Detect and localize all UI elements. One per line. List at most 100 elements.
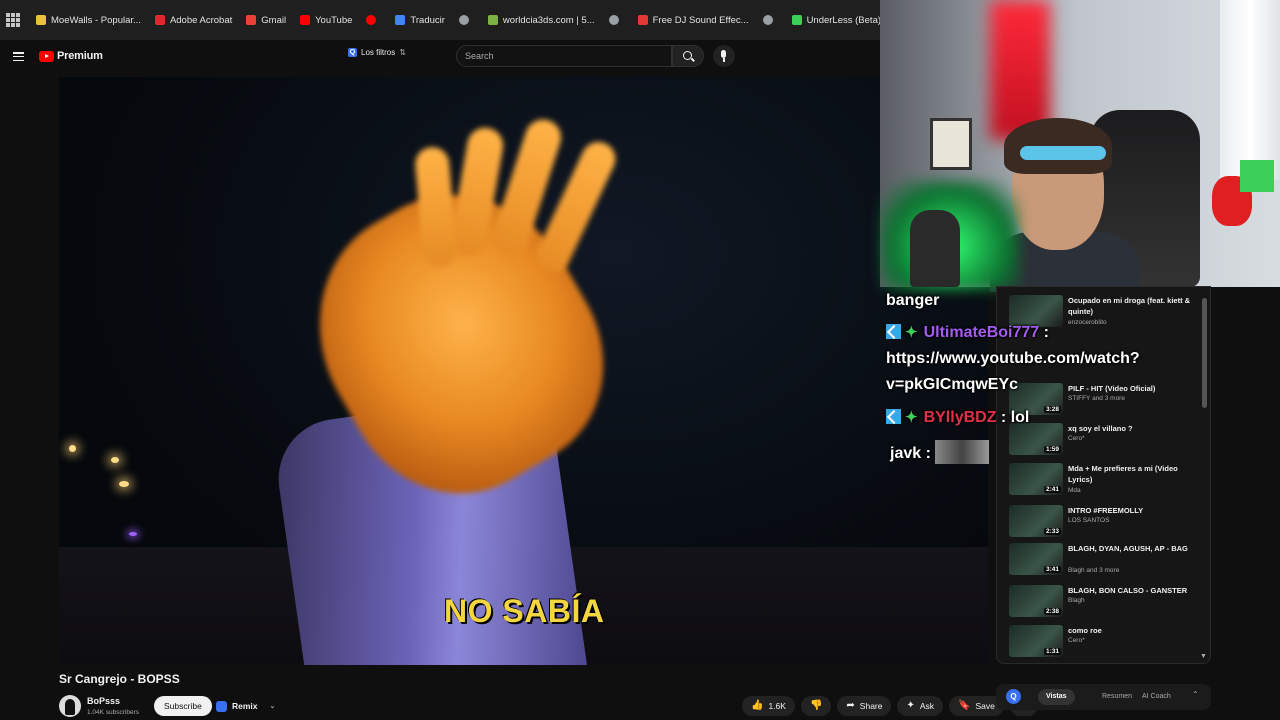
playlist-thumbnail: 1:59: [1009, 423, 1063, 455]
channel-avatar[interactable]: [59, 695, 81, 717]
chat-text: lol: [1010, 409, 1030, 426]
apps-grid-icon[interactable]: [6, 13, 20, 27]
bookmark-label: UnderLess (Beta): [806, 14, 880, 26]
filters-label: Los filtros: [361, 48, 396, 57]
channel-name[interactable]: BoPsss: [87, 696, 120, 706]
playlist-panel: Ocupado en mi droga (feat. kiett & quint…: [996, 286, 1211, 664]
bookmark-item[interactable]: Gmail: [246, 15, 286, 26]
playlist-item-artist: enzoceroblito: [1068, 319, 1107, 326]
video-duration: 3:28: [1043, 406, 1061, 413]
chat-message: banger: [886, 292, 939, 310]
remix-button[interactable]: Remix ⌄: [212, 696, 283, 716]
playlist-item[interactable]: 1:59 xq soy el villano ? Cero*: [1009, 423, 1209, 459]
playlist-item-title: xq soy el villano ?: [1068, 424, 1133, 433]
bookmark-label: worldcia3ds.com | 5...: [502, 14, 595, 26]
video-actions: 👍1.6K 👎 ➦Share ✦Ask 🔖Save ⋯: [742, 696, 1038, 716]
like-button[interactable]: 👍 1.6K: [742, 696, 795, 716]
video-title: Sr Cangrejo - BOPSS: [59, 672, 180, 686]
playlist-thumbnail: 2:41: [1009, 463, 1063, 495]
bookmark-item[interactable]: UnderLess (Beta): [791, 14, 880, 26]
playlist-item-title: BLAGH, BON CALSO - GANSTER: [1068, 586, 1188, 595]
bookmark-favicon-icon: [36, 15, 46, 25]
bookmark-favicon-icon: [366, 15, 377, 25]
bookmark-favicon-icon: [300, 15, 311, 25]
filters-button[interactable]: Q Los filtros ⇅: [348, 48, 406, 57]
playlist-item-title: INTRO #FREEMOLLY: [1068, 506, 1144, 515]
chat-emote: [934, 440, 989, 464]
bookmark-label: Free DJ Sound Effec...: [652, 14, 749, 26]
video-duration: 1:31: [1043, 648, 1061, 655]
search-button[interactable]: [672, 45, 704, 67]
search-input[interactable]: Search: [456, 45, 672, 67]
menu-icon[interactable]: [13, 52, 24, 61]
filter-sliders-icon: ⇅: [399, 48, 406, 57]
streetlight: [119, 481, 129, 487]
chat-username: BYllyBDZ: [923, 409, 997, 426]
webcam-creeper-box: [1240, 160, 1274, 192]
webcam-microphone: [910, 210, 960, 287]
share-icon: ➦: [846, 700, 855, 711]
bookmark-label: Adobe Acrobat: [169, 14, 233, 26]
chevron-up-icon[interactable]: ⌃: [1192, 690, 1199, 699]
scroll-down-icon[interactable]: ▼: [1200, 653, 1207, 660]
playlist-item[interactable]: 1:31 como roe Cero*: [1009, 625, 1209, 661]
youtube-premium-logo[interactable]: Premium: [39, 50, 103, 62]
bookmark-item[interactable]: Free DJ Sound Effec...: [637, 14, 749, 26]
share-button[interactable]: ➦ Share: [837, 696, 892, 716]
bookmark-icon: 🔖: [958, 700, 971, 711]
bookmark-item[interactable]: YouTube: [300, 15, 352, 26]
chat-username: javk: [890, 445, 922, 462]
playlist-item[interactable]: 3:41 BLAGH, DYAN, AGUSH, AP - BAG Blagh an…: [1009, 543, 1209, 579]
bookmark-item[interactable]: [762, 15, 778, 25]
chat-text: v=pkGICmqwEYc: [886, 376, 1019, 393]
q-extension-icon[interactable]: Q: [1006, 689, 1021, 704]
playlist-item-artist: Cero*: [1068, 435, 1085, 442]
chat-message: ✦ UltimateBoi777 :: [886, 323, 1049, 342]
thumbs-down-icon: 👎: [809, 700, 823, 711]
playlist-item-artist: Blagh: [1068, 597, 1085, 604]
video-player[interactable]: NO SABÍA: [59, 77, 988, 665]
bookmark-item[interactable]: MoeWalls - Popular...: [36, 15, 141, 26]
bookmark-favicon-icon: [395, 15, 406, 25]
tab-vistas[interactable]: Vistas: [1038, 689, 1075, 705]
purple-light: [129, 532, 137, 536]
playlist-thumbnail: 2:33: [1009, 505, 1063, 537]
video-caption: NO SABÍA: [444, 593, 605, 629]
bookmark-item[interactable]: Traducir: [395, 15, 445, 26]
bookmark-favicon-icon: [637, 15, 648, 25]
playlist-item-artist: LOS SANTOS: [1068, 517, 1110, 524]
voice-search-icon[interactable]: [713, 45, 735, 67]
youtube-header: Premium: [0, 40, 880, 74]
chat-badge-icon: [886, 409, 901, 424]
dislike-button[interactable]: 👎: [800, 696, 832, 716]
playlist-item[interactable]: 3:28 PILF - HIT (Video Oficial) STIFFY and…: [1009, 383, 1209, 419]
bookmark-item[interactable]: Adobe Acrobat: [154, 14, 233, 26]
chat-message: ✦ BYllyBDZ : lol: [886, 408, 1029, 427]
bookmark-item[interactable]: [366, 15, 381, 25]
video-duration: 3:41: [1043, 566, 1061, 573]
tab-ai-coach[interactable]: AI Coach: [1134, 689, 1179, 705]
bookmark-item[interactable]: [608, 15, 624, 25]
bookmarks-bar: MoeWalls - Popular... Adobe Acrobat Gmail Y…: [0, 0, 880, 40]
subscriber-count: 1.04K subscribers: [87, 709, 140, 716]
video-duration: 2:41: [1043, 486, 1061, 493]
bookmark-favicon-icon: [458, 15, 469, 25]
streetlight: [111, 457, 119, 463]
bookmark-item[interactable]: [458, 15, 474, 25]
bookmark-item[interactable]: worldcia3ds.com | 5...: [487, 14, 595, 26]
bookmark-favicon-icon: [487, 15, 498, 25]
thumbs-up-icon: 👍: [751, 700, 764, 711]
video-duration: 2:33: [1043, 528, 1061, 535]
playlist-item[interactable]: 2:33 INTRO #FREEMOLLY LOS SANTOS: [1009, 505, 1209, 541]
youtube-play-icon: [39, 50, 54, 62]
subscribe-button[interactable]: Subscribe: [154, 696, 212, 716]
bookmark-favicon-icon: [762, 15, 773, 25]
webcam-curtain: [1220, 0, 1280, 180]
playlist-item-title: como roe: [1068, 626, 1102, 635]
playlist-item[interactable]: 2:38 BLAGH, BON CALSO - GANSTER Blagh: [1009, 585, 1209, 621]
playlist-scrollbar[interactable]: [1202, 298, 1207, 408]
playlist-item-title: Mda + Me prefieres a mi (Video Lyrics): [1068, 464, 1178, 484]
ask-button[interactable]: ✦ Ask: [897, 696, 944, 716]
playlist-item[interactable]: 2:41 Mda + Me prefieres a mi (Video Lyric…: [1009, 463, 1209, 499]
share-label: Share: [859, 701, 883, 711]
